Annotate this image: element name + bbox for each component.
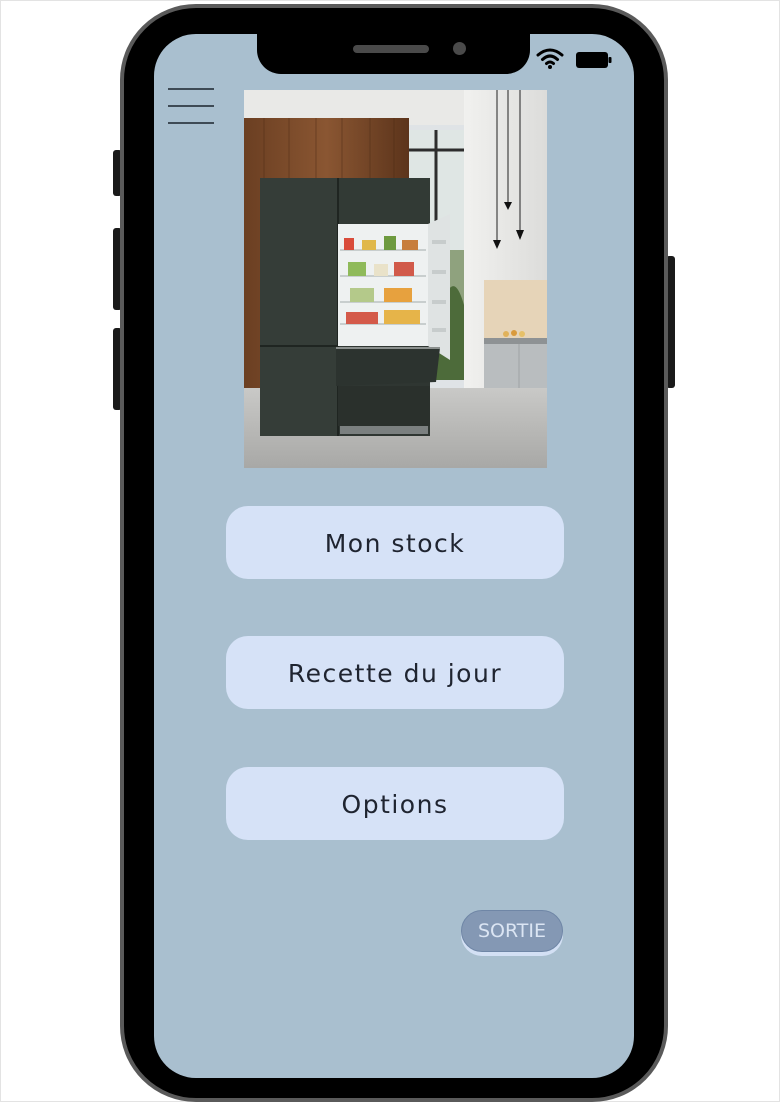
- options-button[interactable]: Options: [226, 767, 564, 840]
- battery-icon: [576, 52, 612, 68]
- hamburger-menu-icon[interactable]: [168, 88, 214, 126]
- phone-notch: [257, 34, 530, 74]
- mon-stock-button[interactable]: Mon stock: [226, 506, 564, 579]
- front-camera: [453, 42, 466, 55]
- refrigerator-kitchen-photo: [244, 90, 547, 468]
- exit-button[interactable]: SORTIE: [461, 910, 563, 952]
- speaker-grille: [353, 45, 429, 53]
- wifi-icon: [536, 48, 564, 69]
- recette-du-jour-button[interactable]: Recette du jour: [226, 636, 564, 709]
- phone-screen: Mon stock Recette du jour Options SORTIE: [154, 34, 634, 1078]
